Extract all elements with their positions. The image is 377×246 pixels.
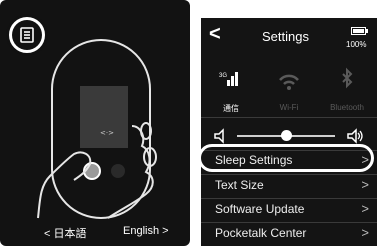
battery-label: 100% — [346, 40, 367, 49]
chevron-right-icon: > — [361, 177, 369, 192]
device-screen — [80, 86, 128, 148]
wifi-toggle[interactable]: Wi-Fi — [263, 58, 315, 116]
menu-icon — [12, 20, 42, 50]
menu-badge[interactable] — [6, 14, 48, 56]
language-bar: < 日本語 English > — [0, 216, 190, 246]
cellular-toggle[interactable]: 3G 通信 — [205, 58, 257, 116]
wifi-icon — [279, 74, 299, 90]
device-illustration: <·> < 日本語 English > — [0, 0, 190, 246]
volume-slider-thumb[interactable] — [280, 130, 292, 141]
cellular-label: 通信 — [223, 104, 239, 113]
cellular-icon — [227, 72, 238, 86]
volume-low-icon — [214, 128, 224, 144]
menu-item-pocketalk-center[interactable]: Pocketalk Center > — [201, 221, 377, 246]
bluetooth-toggle[interactable]: Bluetooth — [321, 58, 373, 116]
menu-item-label: Text Size — [215, 178, 264, 192]
chevron-left-icon[interactable]: < — [209, 24, 221, 44]
source-language-button[interactable]: < 日本語 — [44, 225, 86, 241]
selection-highlight — [198, 144, 374, 172]
device-button-right — [111, 164, 125, 178]
settings-screen: < Settings 100% 3G 通信 Wi-Fi Bluetooth Sl… — [201, 18, 377, 246]
title-bar: < Settings 100% — [201, 18, 377, 58]
target-language-button[interactable]: English > — [123, 225, 169, 237]
divider — [201, 117, 377, 118]
bluetooth-icon — [342, 67, 353, 89]
bluetooth-label: Bluetooth — [330, 103, 364, 112]
chevron-right-icon: > — [361, 225, 369, 240]
battery-icon — [351, 27, 366, 35]
menu-item-software-update[interactable]: Software Update > — [201, 197, 377, 222]
wifi-label: Wi-Fi — [279, 103, 299, 112]
volume-high-icon — [347, 128, 363, 144]
battery-tip — [366, 29, 368, 33]
menu-item-label: Software Update — [215, 202, 305, 216]
chevron-right-icon: > — [361, 201, 369, 216]
menu-item-text-size[interactable]: Text Size > — [201, 173, 377, 198]
menu-item-label: Pocketalk Center — [215, 226, 307, 240]
page-title: Settings — [262, 29, 309, 44]
svg-text:<·>: <·> — [100, 129, 114, 137]
